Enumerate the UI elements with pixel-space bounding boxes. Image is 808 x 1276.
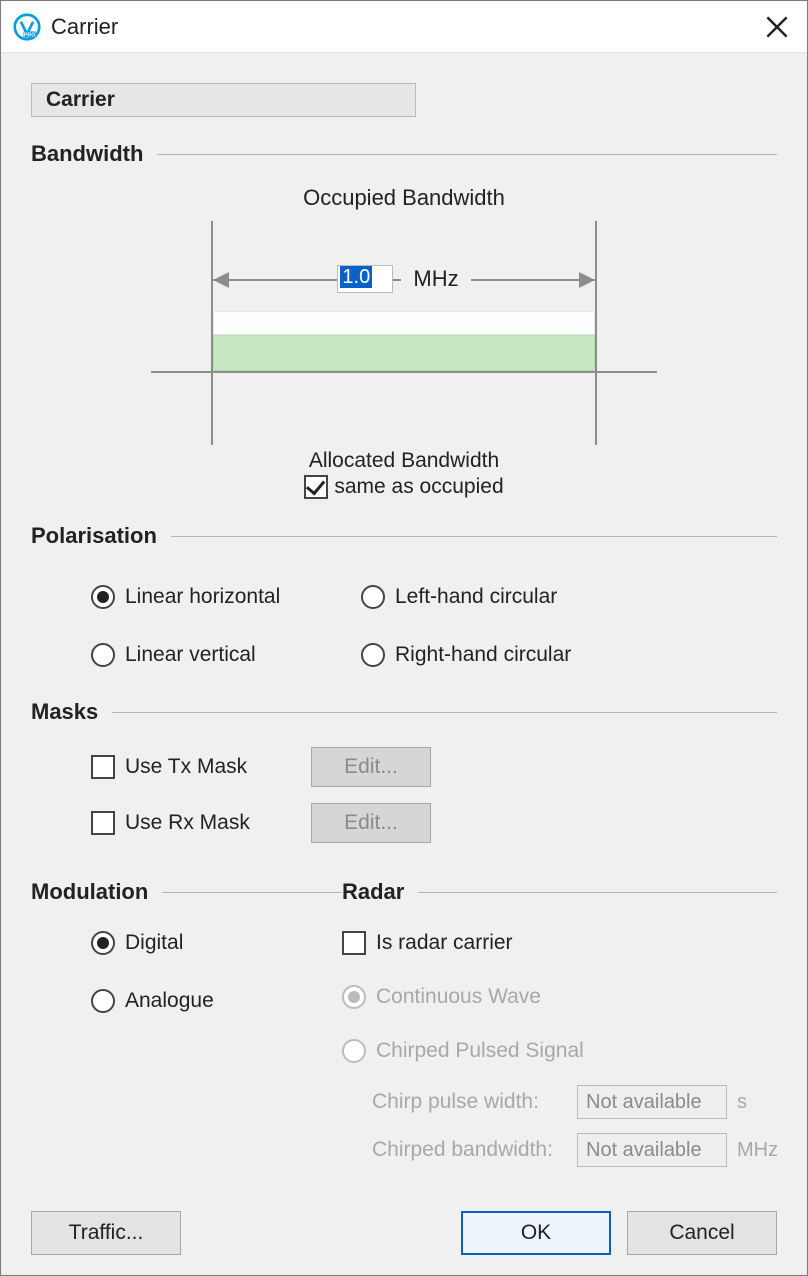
use-tx-mask-checkbox[interactable] (91, 755, 115, 779)
section-radar: Radar (342, 879, 777, 905)
cancel-button[interactable]: Cancel (627, 1211, 777, 1255)
dialog-body: Carrier Bandwidth Occupied Bandwidth 1.0… (1, 53, 807, 1275)
occupied-bandwidth-value: 1.0 (340, 266, 372, 288)
radio-chirped-pulsed (342, 1039, 366, 1063)
diagram-baseline (151, 371, 657, 373)
radio-right-hand-circular-row: Right-hand circular (361, 643, 661, 667)
masks-grid: Use Tx Mask Edit... Use Rx Mask Edit... (91, 747, 777, 843)
section-modulation: Modulation (31, 879, 342, 905)
radio-left-hand-circular-label: Left-hand circular (395, 585, 557, 609)
radio-linear-horizontal[interactable] (91, 585, 115, 609)
diagram-occupied-bar (213, 311, 595, 335)
divider (157, 154, 777, 155)
chirp-pulse-width-label: Chirp pulse width: (372, 1090, 567, 1114)
radio-continuous-wave-row: Continuous Wave (342, 985, 777, 1009)
radio-analogue-row: Analogue (91, 989, 342, 1013)
section-polarisation-label: Polarisation (31, 523, 157, 549)
radio-analogue-label: Analogue (125, 989, 214, 1013)
diagram-allocated-bar (213, 335, 595, 371)
chirped-bandwidth-row: Chirped bandwidth: Not available MHz (372, 1133, 777, 1167)
bandwidth-unit: MHz (401, 266, 470, 292)
bandwidth-value-row: 1.0 MHz (151, 265, 657, 293)
modulation-options: Digital Analogue (91, 923, 342, 1021)
is-radar-label: Is radar carrier (376, 931, 513, 955)
radio-linear-vertical[interactable] (91, 643, 115, 667)
radio-linear-horizontal-row: Linear horizontal (91, 585, 361, 609)
use-rx-mask-row: Use Rx Mask (91, 811, 301, 835)
chirp-pulse-width-field: Not available (577, 1085, 727, 1119)
use-tx-mask-label: Use Tx Mask (125, 755, 247, 779)
radio-linear-horizontal-label: Linear horizontal (125, 585, 280, 609)
chirped-bandwidth-unit: MHz (737, 1139, 777, 1162)
occupied-bandwidth-label: Occupied Bandwidth (31, 185, 777, 211)
radar-options: Is radar carrier Continuous Wave Chirped… (342, 923, 777, 1167)
section-polarisation: Polarisation (31, 523, 777, 549)
divider (112, 712, 777, 713)
radio-chirped-pulsed-label: Chirped Pulsed Signal (376, 1039, 584, 1063)
traffic-button[interactable]: Traffic... (31, 1211, 181, 1255)
use-rx-mask-label: Use Rx Mask (125, 811, 250, 835)
radio-digital-label: Digital (125, 931, 183, 955)
close-icon (766, 16, 788, 38)
modulation-radar-row: Modulation Digital Analogue Radar (31, 863, 777, 1167)
chirped-bandwidth-label: Chirped bandwidth: (372, 1138, 567, 1162)
divider (171, 536, 777, 537)
radio-linear-vertical-row: Linear vertical (91, 643, 361, 667)
chirped-bandwidth-field: Not available (577, 1133, 727, 1167)
chirp-pulse-width-row: Chirp pulse width: Not available s (372, 1085, 777, 1119)
radio-continuous-wave-label: Continuous Wave (376, 985, 541, 1009)
diagram-vline (595, 221, 597, 445)
radio-analogue[interactable] (91, 989, 115, 1013)
radio-right-hand-circular-label: Right-hand circular (395, 643, 571, 667)
window-title: Carrier (51, 14, 757, 40)
ok-button[interactable]: OK (461, 1211, 611, 1255)
dialog-window: PRO Carrier Carrier Bandwidth Occupied B… (0, 0, 808, 1276)
same-as-occupied-checkbox[interactable] (304, 475, 328, 499)
radio-linear-vertical-label: Linear vertical (125, 643, 256, 667)
use-rx-mask-checkbox[interactable] (91, 811, 115, 835)
svg-text:PRO: PRO (24, 32, 35, 38)
bandwidth-graphic: 1.0 MHz (151, 221, 657, 445)
chirp-pulse-width-unit: s (737, 1091, 777, 1114)
app-icon: PRO (13, 13, 41, 41)
close-button[interactable] (757, 7, 797, 47)
radio-digital-row: Digital (91, 931, 342, 955)
allocated-bandwidth-block: Allocated Bandwidth same as occupied (31, 449, 777, 499)
tab-carrier[interactable]: Carrier (31, 83, 416, 117)
modulation-column: Modulation Digital Analogue (31, 863, 342, 1167)
section-masks-label: Masks (31, 699, 98, 725)
section-modulation-label: Modulation (31, 879, 148, 905)
radar-column: Radar Is radar carrier Continuous Wave C… (342, 863, 777, 1167)
radio-left-hand-circular-row: Left-hand circular (361, 585, 661, 609)
bandwidth-diagram: Occupied Bandwidth 1.0 MHz (31, 185, 777, 445)
edit-rx-mask-button: Edit... (311, 803, 431, 843)
occupied-bandwidth-input[interactable]: 1.0 (337, 265, 393, 293)
radio-continuous-wave (342, 985, 366, 1009)
dialog-footer: Traffic... OK Cancel (31, 1191, 777, 1255)
divider (418, 892, 777, 893)
titlebar: PRO Carrier (1, 1, 807, 53)
use-tx-mask-row: Use Tx Mask (91, 755, 301, 779)
radio-digital[interactable] (91, 931, 115, 955)
polarisation-options: Linear horizontal Left-hand circular Lin… (91, 577, 777, 675)
edit-tx-mask-button: Edit... (311, 747, 431, 787)
section-masks: Masks (31, 699, 777, 725)
is-radar-checkbox[interactable] (342, 931, 366, 955)
radio-left-hand-circular[interactable] (361, 585, 385, 609)
radio-chirped-pulsed-row: Chirped Pulsed Signal (342, 1039, 777, 1063)
section-radar-label: Radar (342, 879, 404, 905)
same-as-occupied-label: same as occupied (334, 475, 503, 499)
radio-right-hand-circular[interactable] (361, 643, 385, 667)
section-bandwidth: Bandwidth (31, 141, 777, 167)
section-bandwidth-label: Bandwidth (31, 141, 143, 167)
is-radar-row: Is radar carrier (342, 931, 777, 955)
divider (162, 892, 342, 893)
allocated-bandwidth-label: Allocated Bandwidth (31, 449, 777, 473)
